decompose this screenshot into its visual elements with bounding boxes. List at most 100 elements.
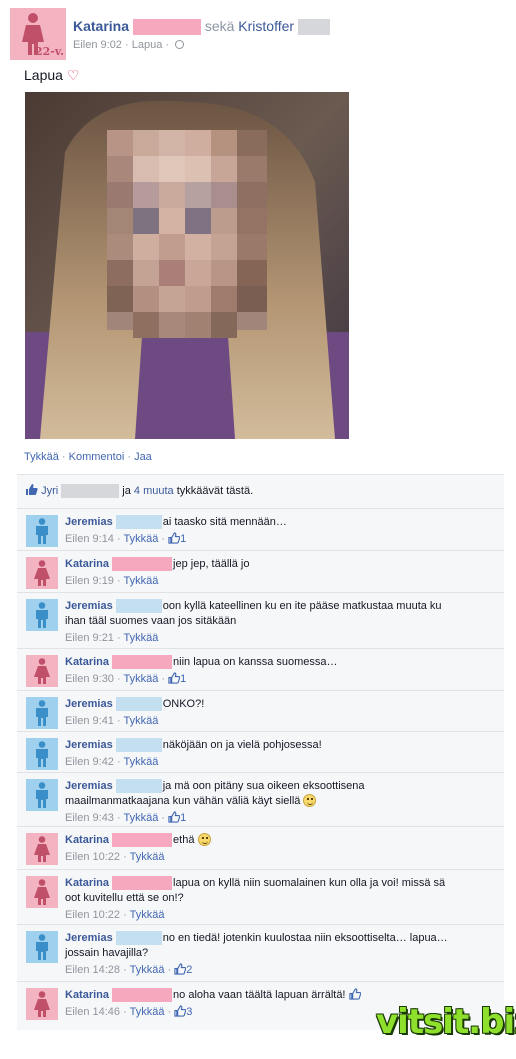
- comment-like-link[interactable]: Tykkää: [124, 673, 159, 685]
- comment-time[interactable]: Eilen 9:14: [65, 533, 114, 545]
- redacted-surname: [297, 19, 330, 36]
- female-avatar-icon: [34, 658, 50, 684]
- comment-meta: Eilen 10:22 · Tykkää: [65, 909, 165, 921]
- pixelated-selfie-photo: [25, 92, 349, 439]
- comment-like-link[interactable]: Tykkää: [124, 575, 159, 587]
- thumbs-up-icon: [168, 532, 181, 544]
- comment-like-count[interactable]: 1: [180, 812, 186, 824]
- comment-text: jep jep, täällä jo: [173, 558, 250, 570]
- site-watermark: vitsit.biz: [376, 1002, 516, 1042]
- post-time-link[interactable]: Eilen 9:02: [73, 39, 122, 51]
- comment-meta: Eilen 9:19 · Tykkää: [65, 575, 159, 587]
- comment-time[interactable]: Eilen 14:28: [65, 964, 120, 976]
- comment-time[interactable]: Eilen 10:22: [65, 851, 120, 863]
- post-photo[interactable]: [25, 92, 349, 439]
- comment-like-count[interactable]: 2: [186, 964, 192, 976]
- comment-like-link[interactable]: Tykkää: [130, 851, 165, 863]
- thumbs-up-icon: [174, 963, 187, 975]
- comment-time[interactable]: Eilen 9:21: [65, 632, 114, 644]
- comment-meta: Eilen 9:21 · Tykkää: [65, 632, 159, 644]
- like-post-link[interactable]: Tykkää: [24, 451, 59, 463]
- comment-time[interactable]: Eilen 9:43: [65, 812, 114, 824]
- comment-body: Katarina lapua on kyllä niin suomalainen …: [65, 876, 490, 923]
- comment-like-count[interactable]: 1: [180, 533, 186, 545]
- redacted-surname: [112, 655, 173, 670]
- commenter-avatar[interactable]: [26, 599, 58, 631]
- commenter-avatar[interactable]: [26, 931, 58, 963]
- male-avatar-icon: [36, 518, 48, 544]
- mosaic-blur: [107, 130, 267, 338]
- commenter-avatar[interactable]: [26, 779, 58, 811]
- comment-time[interactable]: Eilen 10:22: [65, 909, 120, 921]
- commenter-name-link[interactable]: Jeremias: [65, 600, 113, 612]
- comment-time[interactable]: Eilen 9:19: [65, 575, 114, 587]
- female-avatar-icon: [34, 836, 50, 862]
- commenter-name-link[interactable]: Katarina: [65, 989, 109, 1001]
- comment-like-link[interactable]: Tykkää: [130, 1006, 165, 1018]
- commenter-avatar[interactable]: [26, 988, 58, 1020]
- comment-text: ja mä oon pitäny sua oikeen eksoottisena: [162, 780, 365, 792]
- comment-like-link[interactable]: Tykkää: [124, 756, 159, 768]
- commenter-avatar[interactable]: [26, 833, 58, 865]
- comment-row: Jeremias näköjään on ja vielä pohjosessa!…: [17, 731, 504, 772]
- commenter-avatar[interactable]: [26, 697, 58, 729]
- commenter-name-link[interactable]: Jeremias: [65, 516, 113, 528]
- comment-body: Jeremias no en tiedä! jotenkin kuulostaa …: [65, 931, 490, 978]
- comment-like-link[interactable]: Tykkää: [124, 632, 159, 644]
- comment-text-line2: ihan tääl suomes vaan jos sitäkään: [65, 615, 237, 627]
- comment-post-link[interactable]: Kommentoi: [69, 451, 125, 463]
- comment-meta: Eilen 9:43 · Tykkää · 1: [65, 811, 187, 824]
- likes-summary: Jyri ja 4 muuta tykkäävät tästä.: [25, 483, 254, 499]
- commenter-name-link[interactable]: Katarina: [65, 558, 109, 570]
- male-avatar-icon: [36, 782, 48, 808]
- comments-panel: Jyri ja 4 muuta tykkäävät tästä. Jeremia…: [17, 474, 504, 1030]
- comment-like-count[interactable]: 3: [186, 1006, 192, 1018]
- post-location-link[interactable]: Lapua: [132, 39, 163, 51]
- comment-time[interactable]: Eilen 9:30: [65, 673, 114, 685]
- comment-text: oon kyllä kateellinen ku en ite pääse ma…: [162, 600, 442, 612]
- comment-meta: Eilen 9:41 · Tykkää: [65, 715, 159, 727]
- comment-like-count[interactable]: 1: [180, 673, 186, 685]
- commenter-avatar[interactable]: [26, 515, 58, 547]
- others-likes-link[interactable]: 4 muuta: [134, 485, 174, 497]
- thumbs-up-icon: [26, 484, 38, 495]
- author-avatar[interactable]: 22-v.: [10, 8, 66, 60]
- thumbs-up-emoji-icon: [348, 988, 361, 1000]
- commenter-avatar[interactable]: [26, 876, 58, 908]
- comment-time[interactable]: Eilen 14:46: [65, 1006, 120, 1018]
- author-line: Katarina sekä Kristoffer: [73, 18, 330, 36]
- author-name-link[interactable]: Katarina: [73, 18, 129, 34]
- redacted-surname: [115, 599, 162, 614]
- commenter-name-link[interactable]: Katarina: [65, 877, 109, 889]
- comment-row: Katarina ethä Eilen 10:22 · Tykkää: [17, 826, 504, 869]
- comment-time[interactable]: Eilen 9:41: [65, 715, 114, 727]
- comment-like-link[interactable]: Tykkää: [130, 964, 165, 976]
- comment-body: Jeremias ONKO?! Eilen 9:41 · Tykkää: [65, 697, 490, 729]
- comment-like-link[interactable]: Tykkää: [124, 533, 159, 545]
- commenter-name-link[interactable]: Jeremias: [65, 780, 113, 792]
- liker-name-link[interactable]: Jyri: [41, 485, 58, 497]
- commenter-name-link[interactable]: Katarina: [65, 656, 109, 668]
- comment-row: Jeremias ai taasko sitä mennään… Eilen 9:1…: [17, 508, 504, 550]
- male-avatar-icon: [36, 934, 48, 960]
- comment-time[interactable]: Eilen 9:42: [65, 756, 114, 768]
- commenter-name-link[interactable]: Jeremias: [65, 932, 113, 944]
- commenter-avatar[interactable]: [26, 655, 58, 687]
- commenter-name-link[interactable]: Katarina: [65, 834, 109, 846]
- redacted-surname: [132, 19, 201, 36]
- comment-like-link[interactable]: Tykkää: [124, 715, 159, 727]
- redacted-surname: [112, 557, 173, 572]
- tagged-name-link[interactable]: Kristoffer: [238, 18, 294, 34]
- commenter-avatar[interactable]: [26, 557, 58, 589]
- commenter-name-link[interactable]: Jeremias: [65, 698, 113, 710]
- commenter-avatar[interactable]: [26, 738, 58, 770]
- share-post-link[interactable]: Jaa: [134, 451, 152, 463]
- commenter-name-link[interactable]: Jeremias: [65, 739, 113, 751]
- thumbs-up-icon: [168, 811, 181, 823]
- comment-like-link[interactable]: Tykkää: [130, 909, 165, 921]
- female-avatar-icon: [34, 991, 50, 1017]
- likes-suffix: tykkäävät tästä.: [176, 485, 254, 497]
- male-avatar-icon: [36, 602, 48, 628]
- with-joiner: sekä: [204, 18, 235, 34]
- comment-like-link[interactable]: Tykkää: [124, 812, 159, 824]
